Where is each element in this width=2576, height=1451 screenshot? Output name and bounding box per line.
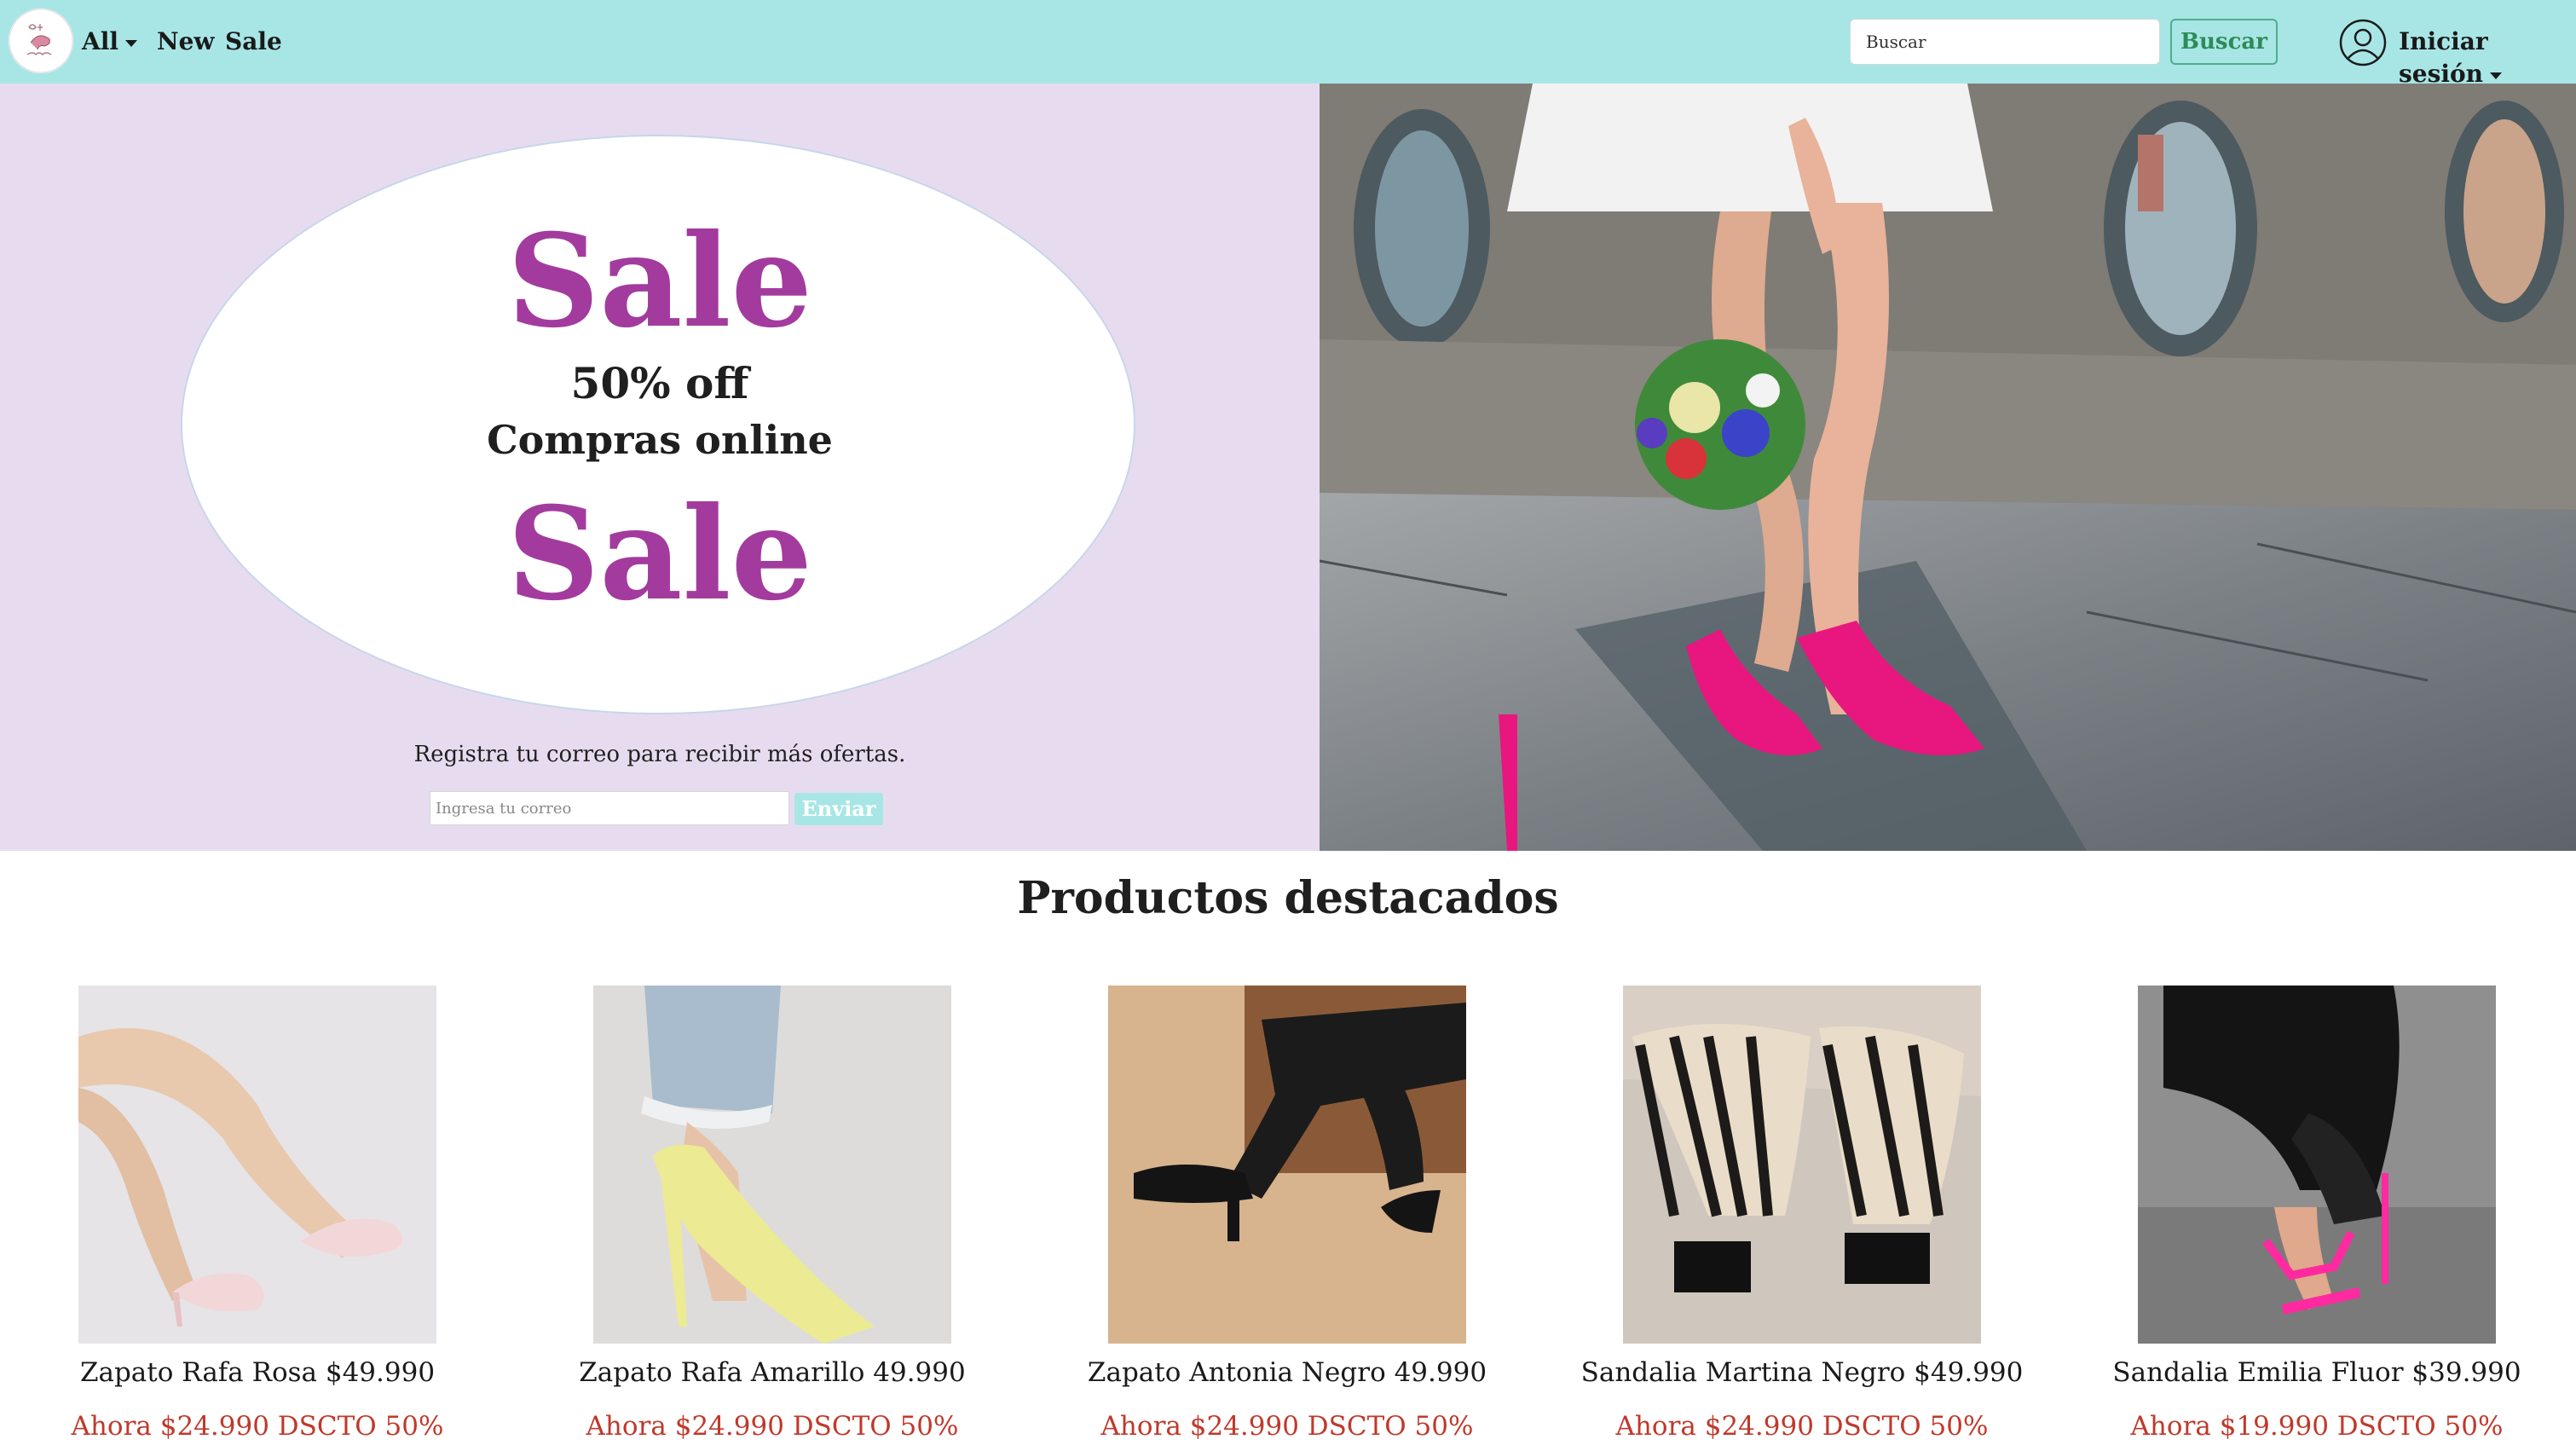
- product-name[interactable]: Sandalia Emilia Fluor $39.990: [2059, 1347, 2574, 1398]
- chevron-down-icon: [2490, 72, 2503, 79]
- brand-logo[interactable]: [9, 9, 73, 73]
- product-name[interactable]: Zapato Rafa Amarillo 49.990: [515, 1347, 1030, 1398]
- search-button[interactable]: Buscar: [2170, 19, 2278, 65]
- featured-products-title: Productos destacados: [1017, 872, 1559, 924]
- product-image[interactable]: [593, 986, 951, 1344]
- promo-sale-heading: Sale: [507, 206, 812, 356]
- chevron-down-icon: [125, 39, 137, 47]
- login-label: Iniciar sesión: [2399, 27, 2488, 88]
- product-image[interactable]: [1623, 986, 1981, 1344]
- newsletter-send-button[interactable]: Enviar: [794, 793, 883, 825]
- login-dropdown[interactable]: Iniciar sesión: [2399, 26, 2576, 90]
- newsletter-text: Registra tu correo para recibir más ofer…: [413, 742, 906, 767]
- product-name[interactable]: Sandalia Martina Negro $49.990: [1545, 1347, 2059, 1398]
- hero-photo: [1320, 84, 2576, 851]
- promo-sale-heading-bottom: Sale: [507, 479, 812, 629]
- promo-discount: 50% off: [570, 358, 749, 408]
- promo-subtitle: Compras online: [487, 417, 833, 463]
- product-name[interactable]: Zapato Antonia Negro 49.990: [1030, 1347, 1545, 1398]
- product-price: Ahora $24.990 DSCTO 50%: [586, 1411, 959, 1442]
- menu-sale-link[interactable]: Sale: [225, 26, 282, 58]
- product-price: Ahora $24.990 DSCTO 50%: [1615, 1411, 1989, 1442]
- menu-new-link[interactable]: New: [157, 26, 215, 58]
- top-navbar: All New Sale Buscar Iniciar sesión: [0, 0, 2576, 88]
- search-input[interactable]: [1850, 19, 2160, 65]
- product-name[interactable]: Zapato Rafa Rosa $49.990: [0, 1347, 515, 1398]
- product-image[interactable]: [1108, 986, 1466, 1344]
- product-price: Ahora $24.990 DSCTO 50%: [71, 1411, 444, 1442]
- product-image[interactable]: [2138, 986, 2496, 1344]
- product-price: Ahora $24.990 DSCTO 50%: [1100, 1411, 1474, 1442]
- menu-all-dropdown[interactable]: All: [82, 26, 137, 58]
- product-price: Ahora $19.990 DSCTO 50%: [2130, 1411, 2504, 1442]
- newsletter-email-input[interactable]: [430, 791, 789, 825]
- menu-all-label: All: [82, 27, 118, 55]
- user-account-icon[interactable]: [2339, 19, 2387, 66]
- product-image[interactable]: [78, 986, 436, 1344]
- promo-banner: Sale 50% off Compras online Sale Registr…: [0, 84, 1320, 851]
